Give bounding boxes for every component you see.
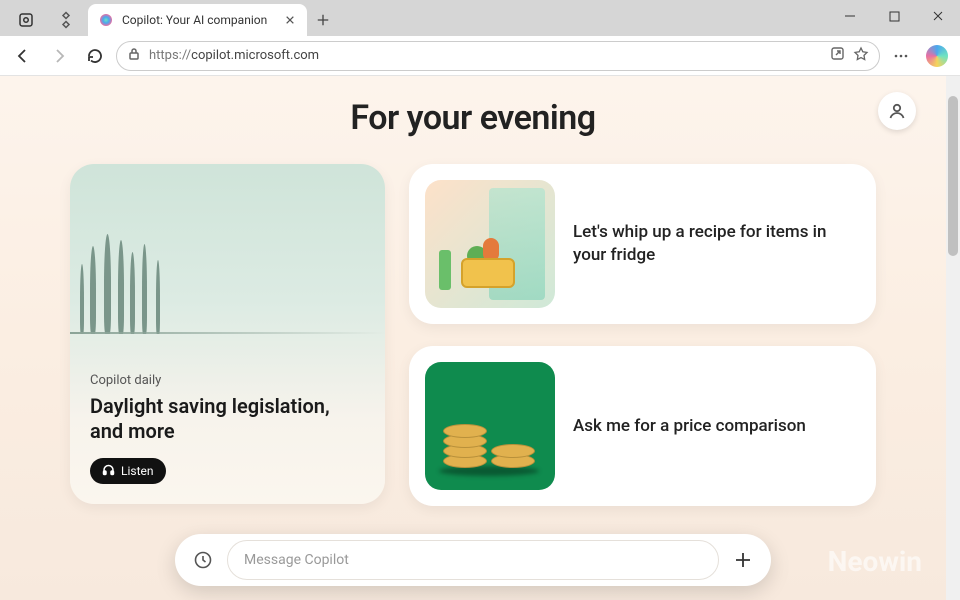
suggestion-card-recipe[interactable]: Let's whip up a recipe for items in your… (409, 164, 876, 324)
history-icon[interactable] (183, 540, 223, 580)
listen-label: Listen (121, 464, 154, 478)
coins-illustration (425, 362, 555, 490)
watermark: Neowin (828, 545, 922, 578)
close-tab-icon[interactable] (283, 13, 297, 27)
tab-title: Copilot: Your AI companion (122, 13, 267, 27)
app-icon-1[interactable] (8, 4, 44, 36)
open-external-icon[interactable] (830, 46, 845, 65)
suggestion-text: Let's whip up a recipe for items in your… (573, 221, 860, 267)
back-button[interactable] (8, 41, 38, 71)
profile-button[interactable] (878, 92, 916, 130)
app-icon-2[interactable] (48, 4, 84, 36)
copilot-favicon-icon (98, 12, 114, 28)
daily-card-label: Copilot daily (90, 373, 365, 388)
daily-card-title: Daylight saving legislation, and more (90, 394, 365, 444)
page-headline: For your evening (70, 98, 876, 138)
active-tab[interactable]: Copilot: Your AI companion (88, 4, 307, 36)
browser-tab-bar: Copilot: Your AI companion (0, 0, 960, 36)
favorite-icon[interactable] (853, 46, 869, 66)
url-text: https://copilot.microsoft.com (149, 48, 822, 63)
card-grid: Copilot daily Daylight saving legislatio… (70, 164, 876, 506)
scrollbar-thumb[interactable] (948, 96, 958, 256)
daily-card[interactable]: Copilot daily Daylight saving legislatio… (70, 164, 385, 504)
message-placeholder: Message Copilot (244, 552, 349, 568)
compose-bar: Message Copilot (175, 534, 771, 586)
minimize-button[interactable] (828, 0, 872, 32)
copilot-sidebar-button[interactable] (922, 41, 952, 71)
maximize-button[interactable] (872, 0, 916, 32)
browser-nav-bar: https://copilot.microsoft.com (0, 36, 960, 76)
lock-icon (127, 47, 141, 65)
forward-button (44, 41, 74, 71)
suggestion-card-price[interactable]: Ask me for a price comparison (409, 346, 876, 506)
address-bar[interactable]: https://copilot.microsoft.com (116, 41, 880, 71)
suggestion-text: Ask me for a price comparison (573, 415, 822, 438)
scrollbar-track[interactable] (946, 76, 960, 600)
listen-button[interactable]: Listen (90, 458, 166, 484)
window-controls (828, 0, 960, 36)
fridge-illustration (425, 180, 555, 308)
refresh-button[interactable] (80, 41, 110, 71)
daily-card-illustration (70, 214, 385, 334)
new-tab-button[interactable] (307, 4, 339, 36)
headphones-icon (102, 463, 115, 479)
more-menu-button[interactable] (886, 41, 916, 71)
page-content: For your evening Copilot daily Daylight … (0, 76, 946, 600)
close-window-button[interactable] (916, 0, 960, 32)
add-button[interactable] (723, 540, 763, 580)
message-input[interactable]: Message Copilot (227, 540, 719, 580)
